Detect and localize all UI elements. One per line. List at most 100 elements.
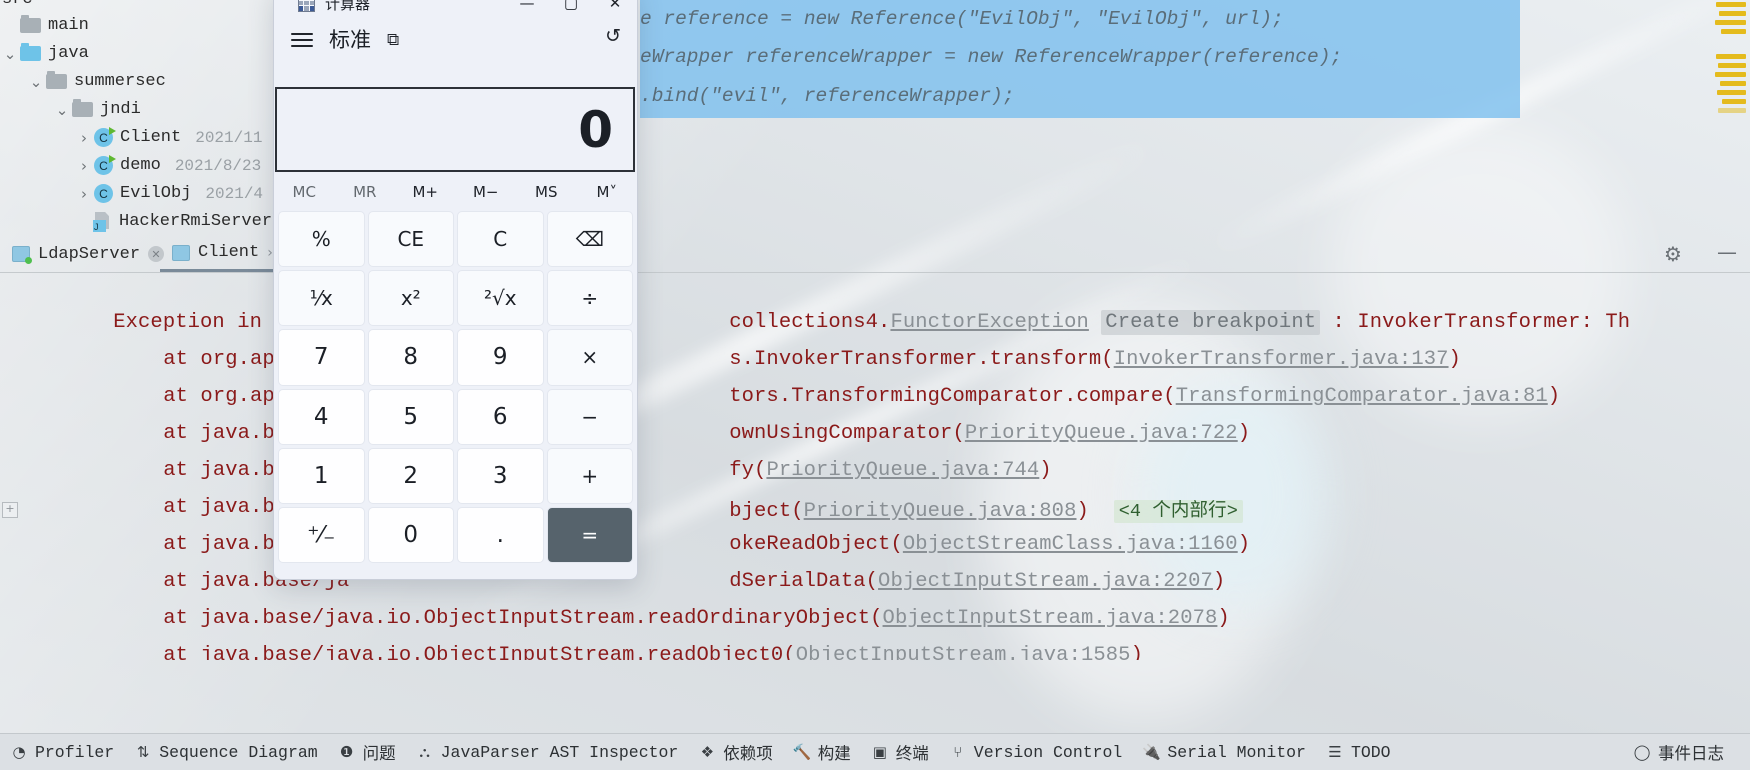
tree-item-date: 2021/11 xyxy=(195,128,263,147)
code-line-3: .bind("evil", referenceWrapper); xyxy=(640,85,1015,107)
status-item-event-log[interactable]: ◯ 事件日志 xyxy=(1623,740,1750,764)
serial-monitor-icon: 🔌 xyxy=(1141,743,1161,761)
status-item-label: Version Control xyxy=(973,742,1123,762)
chevron-right-icon[interactable]: › xyxy=(74,185,94,203)
tree-row[interactable]: ⌄ java xyxy=(0,40,89,67)
minimize-icon[interactable]: — xyxy=(505,0,549,19)
close-icon[interactable]: ✕ xyxy=(593,0,637,19)
calculator-mode-label: 标准 xyxy=(329,28,371,52)
chevron-down-icon[interactable]: ⌄ xyxy=(52,101,72,119)
maximize-icon[interactable]: ▢ xyxy=(549,0,593,19)
calculator-icon xyxy=(298,0,315,12)
calculator-window[interactable]: 计算器 — ▢ ✕ 标准 ⧉ ↺ 0 MC MR M+ M− MS M˅ % C… xyxy=(273,0,638,580)
status-item-label: TODO xyxy=(1350,742,1391,762)
tree-row[interactable]: ⌄ summersec xyxy=(0,68,166,95)
key-4[interactable]: 4 xyxy=(278,388,365,445)
key-5[interactable]: 5 xyxy=(367,388,454,445)
key-3[interactable]: 3 xyxy=(457,447,544,504)
console-output[interactable]: + Exception in thread collections4.Funct… xyxy=(0,272,1750,660)
key-multiply[interactable]: × xyxy=(546,329,633,386)
tree-row[interactable]: HackerRmiServer xyxy=(0,208,272,235)
display-value: 0 xyxy=(578,100,613,159)
keep-on-top-icon[interactable]: ⧉ xyxy=(387,30,399,50)
memory-add-button[interactable]: M+ xyxy=(395,177,456,207)
chevron-down-icon[interactable]: ⌄ xyxy=(0,45,20,63)
key-1[interactable]: 1 xyxy=(278,447,365,504)
memory-recall-button[interactable]: MR xyxy=(335,177,396,207)
key-square[interactable]: x² xyxy=(367,270,454,327)
memory-store-button[interactable]: MS xyxy=(516,177,577,207)
history-icon[interactable]: ↺ xyxy=(605,25,621,47)
key-0[interactable]: 0 xyxy=(367,506,454,563)
memory-list-button[interactable]: M˅ xyxy=(577,177,638,207)
key-square-root[interactable]: ²√x xyxy=(457,270,544,327)
key-clear[interactable]: C xyxy=(457,211,544,268)
key-divide[interactable]: ÷ xyxy=(546,270,633,327)
run-tab-label: Client xyxy=(198,243,260,262)
tree-row[interactable]: main xyxy=(0,12,89,39)
project-tool-window[interactable]: src main ⌄ java ⌄ summersec ⌄ jndi › C C… xyxy=(0,0,300,270)
status-item-label: 事件日志 xyxy=(1658,745,1724,764)
status-item-serial-monitor[interactable]: 🔌 Serial Monitor xyxy=(1132,743,1316,762)
tree-item-label: main xyxy=(48,16,89,35)
chevron-right-icon[interactable]: › xyxy=(74,129,94,147)
calculator-mode-bar: 标准 ⧉ xyxy=(274,19,637,59)
key-percent[interactable]: % xyxy=(278,211,365,268)
run-tab-ldapserver[interactable]: LdapServer ✕ xyxy=(0,236,176,272)
tree-item-label: EvilObj xyxy=(120,184,192,203)
minimize-icon[interactable]: — xyxy=(1716,242,1738,265)
key-subtract[interactable]: − xyxy=(546,388,633,445)
chevron-right-icon[interactable]: › xyxy=(267,245,273,261)
key-sign-toggle[interactable]: ⁺⁄₋ xyxy=(278,506,365,563)
calculator-title: 计算器 xyxy=(325,0,371,13)
status-item-ast-inspector[interactable]: ⛬ JavaParser AST Inspector xyxy=(406,743,689,762)
key-clear-entry[interactable]: CE xyxy=(367,211,454,268)
hamburger-icon[interactable] xyxy=(291,31,313,47)
key-7[interactable]: 7 xyxy=(278,329,365,386)
status-item-profiler[interactable]: ◔ Profiler xyxy=(0,743,124,762)
status-item-problems[interactable]: ❶ 问题 xyxy=(328,740,406,764)
tree-item-label: java xyxy=(48,44,89,63)
gear-icon[interactable]: ⚙ xyxy=(1662,243,1684,265)
ast-inspector-icon: ⛬ xyxy=(419,743,430,761)
java-file-icon xyxy=(93,212,112,232)
tree-item-label: src xyxy=(2,0,33,9)
editor-minimap[interactable] xyxy=(1708,0,1750,118)
key-equals[interactable]: = xyxy=(546,506,633,563)
status-item-sequence-diagram[interactable]: ⇅ Sequence Diagram xyxy=(124,743,327,762)
fold-gutter-icon[interactable]: + xyxy=(2,502,18,518)
memory-subtract-button[interactable]: M− xyxy=(456,177,517,207)
calculator-title-bar[interactable]: 计算器 — ▢ ✕ xyxy=(274,0,637,19)
tree-row[interactable]: › C EvilObj 2021/4 xyxy=(0,180,263,207)
chevron-down-icon[interactable]: ⌄ xyxy=(26,73,46,91)
status-item-todo[interactable]: ☰ TODO xyxy=(1316,743,1401,762)
key-decimal[interactable]: . xyxy=(457,506,544,563)
key-2[interactable]: 2 xyxy=(367,447,454,504)
key-backspace[interactable]: ⌫ xyxy=(546,211,633,268)
problems-icon: ❶ xyxy=(339,743,354,761)
status-item-version-control[interactable]: ⑂ Version Control xyxy=(939,743,1133,762)
memory-bar: MC MR M+ M− MS M˅ xyxy=(274,177,637,207)
key-9[interactable]: 9 xyxy=(457,329,544,386)
key-6[interactable]: 6 xyxy=(457,388,544,445)
status-item-label: Profiler xyxy=(35,742,115,762)
tree-item-label: summersec xyxy=(74,72,166,91)
run-tab-label: LdapServer xyxy=(38,244,141,264)
key-add[interactable]: + xyxy=(546,447,633,504)
chevron-right-icon[interactable]: › xyxy=(74,157,94,175)
tree-row[interactable]: › C Client 2021/11 xyxy=(0,124,262,151)
folder-icon xyxy=(20,15,41,33)
status-item-build[interactable]: 🔨 构建 xyxy=(783,740,861,764)
java-class-icon: C xyxy=(94,184,113,203)
key-8[interactable]: 8 xyxy=(367,329,454,386)
sequence-diagram-icon: ⇅ xyxy=(136,743,150,761)
run-tab-client[interactable]: Client › xyxy=(160,236,285,272)
status-item-terminal[interactable]: ▣ 终端 xyxy=(861,740,939,764)
key-reciprocal[interactable]: ¹⁄x xyxy=(278,270,365,327)
memory-clear-button[interactable]: MC xyxy=(274,177,335,207)
status-item-dependencies[interactable]: ❖ 依赖项 xyxy=(688,740,783,764)
tree-row[interactable]: › C demo 2021/8/23 xyxy=(0,152,261,179)
tree-row[interactable]: ⌄ jndi xyxy=(0,96,141,123)
tree-item-label: Client xyxy=(120,128,182,147)
run-tool-window: LdapServer ✕ Client › ⚙ — + Exception in… xyxy=(0,236,1750,660)
